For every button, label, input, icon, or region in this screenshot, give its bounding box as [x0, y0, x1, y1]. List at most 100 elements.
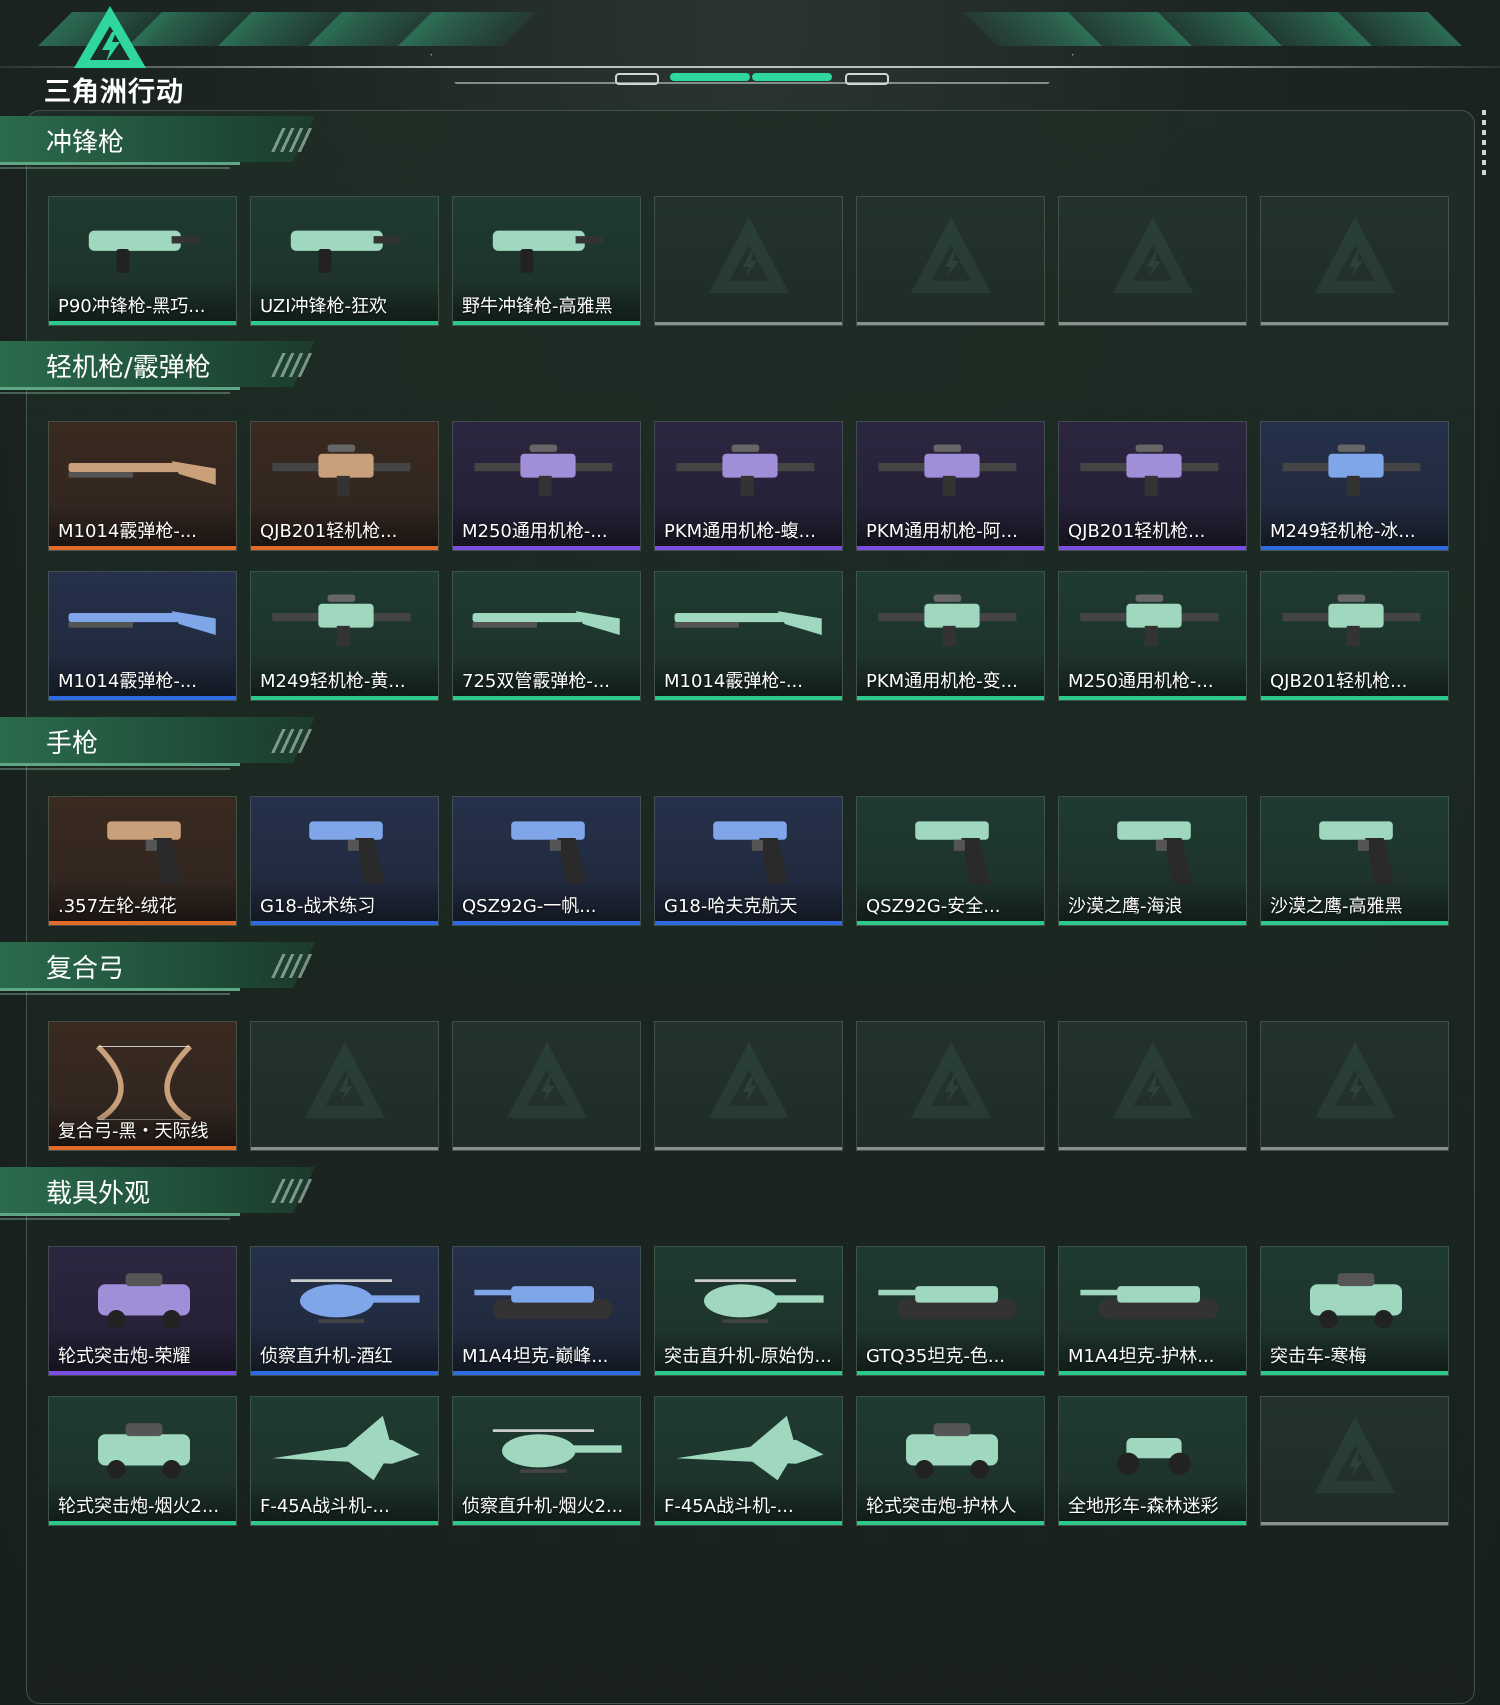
- section-header-underline: [0, 1213, 240, 1216]
- item-label: 725双管霰弹枪-...: [462, 671, 611, 692]
- delta-placeholder-icon: [507, 1042, 587, 1118]
- rarity-bar: [1261, 1147, 1448, 1150]
- item-label: 轮式突击炮-荣耀: [58, 1346, 191, 1367]
- section-header-underline: [0, 1218, 230, 1220]
- rarity-bar: [1059, 1371, 1246, 1375]
- rarity-bar: [857, 921, 1044, 925]
- rarity-bar: [453, 1147, 640, 1150]
- item-card[interactable]: .357左轮-绒花: [48, 796, 237, 926]
- item-card[interactable]: QJB201轻机枪...: [1058, 421, 1247, 551]
- item-card[interactable]: 轮式突击炮-护林人: [856, 1396, 1045, 1526]
- section-header-underline: [0, 392, 230, 394]
- rarity-bar: [49, 321, 236, 325]
- rarity-bar: [251, 1521, 438, 1525]
- rarity-bar: [453, 1371, 640, 1375]
- section-header-underline: [0, 387, 240, 390]
- item-card[interactable]: QJB201轻机枪...: [1260, 571, 1449, 701]
- item-card[interactable]: M250通用机枪-...: [1058, 571, 1247, 701]
- header-indicator: [615, 73, 659, 85]
- item-card[interactable]: M249轻机枪-黄...: [250, 571, 439, 701]
- item-card[interactable]: QSZ92G-一帆...: [452, 796, 641, 926]
- item-label: QJB201轻机枪...: [1068, 521, 1206, 542]
- delta-placeholder-icon: [709, 217, 789, 293]
- rarity-bar: [453, 546, 640, 550]
- header-indicator-active: [752, 73, 832, 81]
- item-card[interactable]: G18-战术练习: [250, 796, 439, 926]
- item-card[interactable]: UZI冲锋枪-狂欢: [250, 196, 439, 326]
- empty-slot: [856, 196, 1045, 326]
- item-card[interactable]: 沙漠之鹰-高雅黑: [1260, 796, 1449, 926]
- delta-placeholder-icon: [305, 1042, 385, 1118]
- item-card[interactable]: M250通用机枪-...: [452, 421, 641, 551]
- item-card[interactable]: 轮式突击炮-荣耀: [48, 1246, 237, 1376]
- item-label: 沙漠之鹰-海浪: [1068, 896, 1183, 917]
- item-label: UZI冲锋枪-狂欢: [260, 296, 387, 317]
- section-header: 载具外观: [0, 1167, 330, 1223]
- item-card[interactable]: M1014霰弹枪-...: [48, 421, 237, 551]
- section-header-underline: [0, 988, 240, 991]
- rarity-bar: [49, 546, 236, 550]
- item-card[interactable]: 复合弓-黑・天际线: [48, 1021, 237, 1151]
- item-card[interactable]: GTQ35坦克-色...: [856, 1246, 1045, 1376]
- empty-slot: [654, 1021, 843, 1151]
- item-label: 侦察直升机-酒红: [260, 1346, 393, 1367]
- scrollbar[interactable]: [1482, 110, 1486, 180]
- section-header-underline: [0, 993, 230, 995]
- item-card[interactable]: P90冲锋枪-黑巧...: [48, 196, 237, 326]
- item-label: 野牛冲锋枪-高雅黑: [462, 296, 613, 317]
- item-card[interactable]: 突击车-寒梅: [1260, 1246, 1449, 1376]
- rarity-bar: [655, 696, 842, 700]
- item-card[interactable]: PKM通用机枪-阿...: [856, 421, 1045, 551]
- rarity-bar: [1059, 1521, 1246, 1525]
- rarity-bar: [251, 696, 438, 700]
- item-label: 复合弓-黑・天际线: [58, 1121, 209, 1142]
- item-card[interactable]: 轮式突击炮-烟火2...: [48, 1396, 237, 1526]
- item-card[interactable]: 725双管霰弹枪-...: [452, 571, 641, 701]
- item-card[interactable]: M249轻机枪-冰...: [1260, 421, 1449, 551]
- item-label: QSZ92G-安全...: [866, 896, 1001, 917]
- item-label: QJB201轻机枪...: [260, 521, 398, 542]
- item-label: M1014霰弹枪-...: [664, 671, 803, 692]
- rarity-bar: [251, 321, 438, 325]
- item-card[interactable]: 突击直升机-原始伪...: [654, 1246, 843, 1376]
- delta-placeholder-icon: [1315, 217, 1395, 293]
- rarity-bar: [453, 321, 640, 325]
- item-card[interactable]: F-45A战斗机-...: [250, 1396, 439, 1526]
- section-header: 轻机枪/霰弹枪: [0, 341, 330, 397]
- rarity-bar: [857, 696, 1044, 700]
- item-card[interactable]: M1A4坦克-巅峰...: [452, 1246, 641, 1376]
- item-label: PKM通用机枪-变...: [866, 671, 1018, 692]
- empty-slot: [1260, 1396, 1449, 1526]
- item-card[interactable]: QJB201轻机枪...: [250, 421, 439, 551]
- section-header-underline: [0, 162, 240, 165]
- item-card[interactable]: M1A4坦克-护林...: [1058, 1246, 1247, 1376]
- rarity-bar: [1059, 921, 1246, 925]
- item-card[interactable]: F-45A战斗机-...: [654, 1396, 843, 1526]
- empty-slot: [1058, 1021, 1247, 1151]
- item-label: M1014霰弹枪-...: [58, 521, 197, 542]
- rarity-bar: [655, 921, 842, 925]
- item-card[interactable]: M1014霰弹枪-...: [654, 571, 843, 701]
- rarity-bar: [1059, 696, 1246, 700]
- delta-placeholder-icon: [1113, 217, 1193, 293]
- item-card[interactable]: M1014霰弹枪-...: [48, 571, 237, 701]
- item-card[interactable]: PKM通用机枪-变...: [856, 571, 1045, 701]
- item-label: QJB201轻机枪...: [1270, 671, 1408, 692]
- rarity-bar: [49, 696, 236, 700]
- item-card[interactable]: 侦察直升机-烟火2...: [452, 1396, 641, 1526]
- rarity-bar: [655, 546, 842, 550]
- rarity-bar: [1261, 322, 1448, 325]
- section-header: 冲锋枪: [0, 116, 330, 172]
- item-card[interactable]: 侦察直升机-酒红: [250, 1246, 439, 1376]
- empty-slot: [1260, 1021, 1449, 1151]
- item-label: 全地形车-森林迷彩: [1068, 1496, 1219, 1517]
- item-card[interactable]: PKM通用机枪-蝮...: [654, 421, 843, 551]
- item-label: M249轻机枪-黄...: [260, 671, 406, 692]
- item-card[interactable]: 全地形车-森林迷彩: [1058, 1396, 1247, 1526]
- item-card[interactable]: 沙漠之鹰-海浪: [1058, 796, 1247, 926]
- item-card[interactable]: G18-哈夫克航天: [654, 796, 843, 926]
- item-label: F-45A战斗机-...: [260, 1496, 390, 1517]
- item-card[interactable]: QSZ92G-安全...: [856, 796, 1045, 926]
- item-label: M250通用机枪-...: [462, 521, 608, 542]
- item-card[interactable]: 野牛冲锋枪-高雅黑: [452, 196, 641, 326]
